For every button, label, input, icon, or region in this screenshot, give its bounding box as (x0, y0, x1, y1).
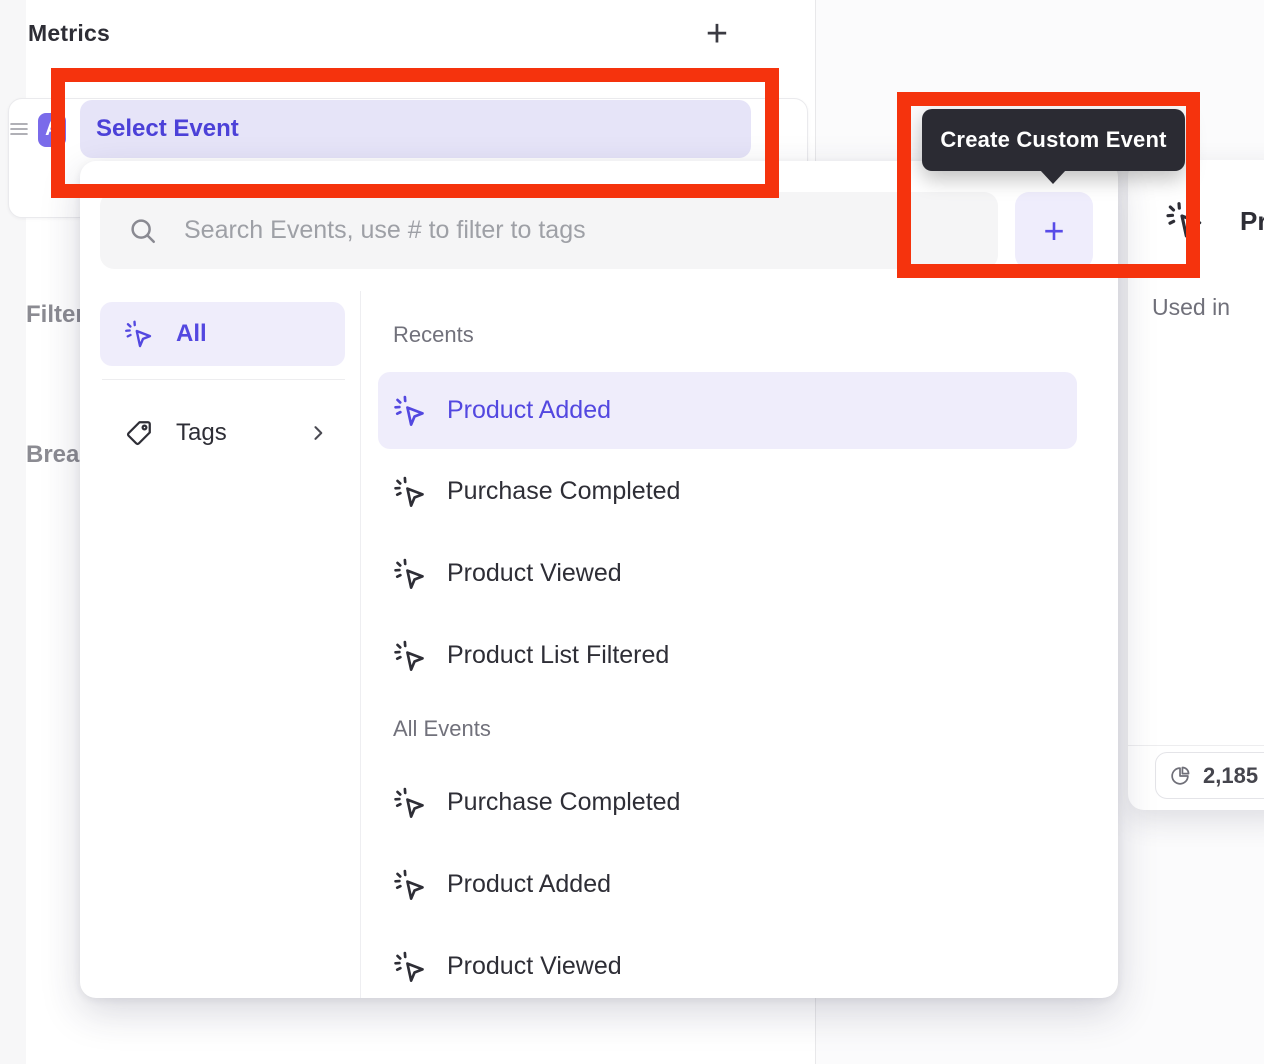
event-list-item[interactable]: Product Viewed (378, 535, 1077, 612)
add-metric-button[interactable]: + (696, 12, 738, 56)
sidebar-item-label: All (176, 320, 207, 348)
event-label: Purchase Completed (447, 477, 680, 506)
tooltip: Create Custom Event (922, 109, 1185, 171)
tooltip-caret (1040, 170, 1066, 184)
cursor-click-icon (393, 394, 427, 428)
pie-chart-icon (1169, 764, 1192, 787)
detail-panel-divider (1128, 745, 1264, 746)
event-list-item[interactable]: Product List Filtered (378, 617, 1077, 694)
sidebar-divider (102, 379, 345, 380)
event-list: Recents Product Added Purchase Completed… (362, 291, 1118, 998)
event-label: Product Viewed (447, 559, 622, 588)
metric-series-badge: A (38, 113, 66, 147)
sidebar-item-label: Tags (176, 419, 227, 447)
cursor-click-icon (124, 319, 154, 349)
recents-header: Recents (393, 322, 474, 348)
chevron-right-icon (307, 422, 329, 444)
select-event-label: Select Event (96, 115, 239, 143)
tooltip-text: Create Custom Event (940, 127, 1166, 153)
event-label: Product Added (447, 870, 611, 899)
event-list-item[interactable]: Product Viewed (378, 928, 1077, 998)
all-events-header: All Events (393, 716, 491, 742)
dropdown-sidebar: All Tags (80, 291, 361, 998)
tag-icon (124, 418, 154, 448)
search-events-input[interactable] (158, 192, 998, 269)
search-box[interactable] (100, 192, 998, 269)
event-list-item[interactable]: Product Added (378, 372, 1077, 449)
cursor-click-icon (393, 950, 427, 984)
event-label: Product Viewed (447, 952, 622, 981)
used-in-label: Used in (1152, 294, 1230, 321)
event-label: Product Added (447, 396, 611, 425)
event-detail-panel: Pr Used in 2,185 (1128, 160, 1264, 810)
sidebar-item-all[interactable]: All (100, 302, 345, 366)
sidebar-item-tags[interactable]: Tags (100, 401, 345, 465)
cursor-click-icon (393, 786, 427, 820)
detail-panel-title: Pr (1240, 206, 1264, 237)
metrics-section-title: Metrics (28, 20, 110, 47)
select-event-button[interactable]: Select Event (80, 100, 751, 158)
event-label: Product List Filtered (447, 641, 669, 670)
dropdown-body: All Tags Recents (80, 291, 1118, 998)
usage-count-chip[interactable]: 2,185 (1155, 752, 1264, 799)
plus-icon: + (1043, 210, 1064, 252)
event-list-item[interactable]: Purchase Completed (378, 764, 1077, 841)
create-custom-event-button[interactable]: + (1015, 192, 1093, 269)
event-list-item[interactable]: Product Added (378, 846, 1077, 923)
cursor-click-icon (393, 868, 427, 902)
cursor-click-icon (393, 557, 427, 591)
search-icon (128, 216, 158, 246)
drag-handle-icon[interactable] (10, 121, 28, 137)
cursor-click-icon (393, 639, 427, 673)
event-label: Purchase Completed (447, 788, 680, 817)
cursor-click-icon (393, 475, 427, 509)
screen: Metrics + A Select Event Filters Breakdo… (0, 0, 1264, 1064)
cursor-click-icon (1165, 200, 1205, 240)
event-picker-dropdown: + All (80, 161, 1118, 998)
plus-icon: + (706, 13, 728, 56)
event-list-item[interactable]: Purchase Completed (378, 453, 1077, 530)
usage-count: 2,185 (1203, 763, 1258, 789)
